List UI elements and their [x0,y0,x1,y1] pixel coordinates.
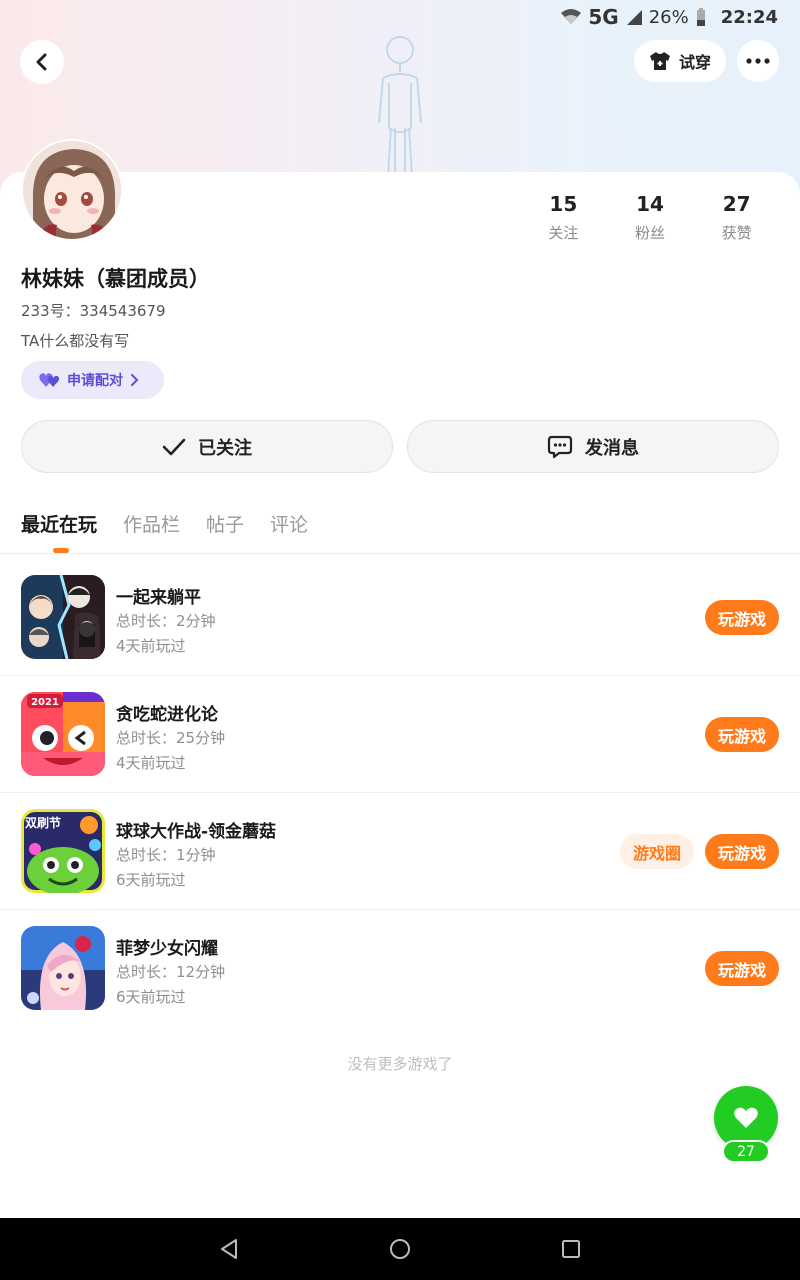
system-navigation-bar [0,1218,800,1280]
followed-label: 已关注 [198,437,252,459]
play-game-button[interactable]: 玩游戏 [705,834,779,869]
battery-percent: 26% [648,6,689,28]
battery-icon [696,8,705,26]
apply-match-button[interactable]: 申请配对 [21,361,164,399]
game-duration: 总时长：12分钟 [116,963,226,981]
back-button[interactable] [20,40,64,84]
followed-button[interactable]: 已关注 [21,420,393,473]
wifi-icon [561,9,582,24]
recent-games-list: 一起来躺平 总时长：2分钟 4天前玩过 玩游戏 2021 贪吃蛇进化论 总时长：… [0,559,800,1027]
clock: 22:24 [720,6,778,28]
try-on-label: 试穿 [678,53,711,72]
heart-icon [734,1107,758,1128]
game-name: 菲梦少女闪耀 [116,939,218,959]
stat-label: 关注 [548,224,579,242]
play-game-button[interactable]: 玩游戏 [705,951,779,986]
game-row[interactable]: 2021 贪吃蛇进化论 总时长：25分钟 4天前玩过 玩游戏 [0,676,800,793]
game-icon-image [21,926,105,1010]
tab-posts[interactable]: 帖子 [206,510,244,537]
game-last-played: 4天前玩过 [116,754,186,772]
user-bio: TA什么都没有写 [21,332,130,350]
play-game-button[interactable]: 玩游戏 [705,600,779,635]
no-more-games-text: 没有更多游戏了 [347,1055,453,1073]
game-row[interactable]: 一起来躺平 总时长：2分钟 4天前玩过 玩游戏 [0,559,800,676]
double-heart-icon [39,373,59,387]
user-id: 233号：334543679 [21,302,166,320]
like-count-badge: 27 [722,1140,770,1163]
game-duration: 总时长：1分钟 [116,846,216,864]
back-triangle-icon[interactable] [219,1238,239,1260]
profile-tabs: 最近在玩 作品栏 帖子 评论 [21,510,308,537]
status-bar: 5G 26% 22:24 [0,0,800,34]
play-game-button[interactable]: 玩游戏 [705,717,779,752]
game-circle-button[interactable]: 游戏圈 [620,834,694,869]
chat-bubble-icon [547,435,573,458]
game-name: 一起来躺平 [116,588,201,608]
checkmark-icon [162,438,186,455]
more-icon [746,58,770,64]
tab-works[interactable]: 作品栏 [123,510,180,537]
game-last-played: 4天前玩过 [116,637,186,655]
stat-label: 粉丝 [635,224,666,242]
anime-girl-avatar-image [23,141,121,239]
username: 林妹妹（慕团成员） [21,267,210,291]
shirt-icon [649,52,670,70]
svg-text:2021: 2021 [31,697,59,708]
more-options-button[interactable] [737,40,779,82]
svg-text:双刷节: 双刷节 [25,815,61,830]
chevron-left-icon [36,53,47,71]
signal-icon [626,10,642,25]
ball-game-icon[interactable]: 双刷节 [21,809,105,893]
network-type: 5G [588,5,619,29]
girl-game-icon[interactable] [21,926,105,1010]
send-message-label: 发消息 [585,437,639,459]
stat-value: 15 [549,192,578,216]
tab-comments[interactable]: 评论 [270,510,308,537]
horror-game-icon[interactable] [21,575,105,659]
try-on-button[interactable]: 试穿 [634,40,726,82]
avatar[interactable] [21,139,123,241]
game-icon-image: 2021 [21,692,105,776]
profile-stats: 15 关注 14 粉丝 27 获赞 [520,192,780,243]
game-duration: 总时长：2分钟 [116,612,216,630]
game-last-played: 6天前玩过 [116,871,186,889]
game-name: 贪吃蛇进化论 [116,705,218,725]
apply-match-label: 申请配对 [67,373,123,389]
game-icon-image [21,575,105,659]
game-row[interactable]: 双刷节 球球大作战-领金蘑菇 总时长：1分钟 6天前玩过 游戏圈 玩游戏 [0,793,800,910]
snake-game-icon[interactable]: 2021 [21,692,105,776]
game-name: 球球大作战-领金蘑菇 [116,822,277,842]
send-message-button[interactable]: 发消息 [407,420,779,473]
avatar-figure-illustration [378,36,422,177]
stat-label: 获赞 [721,224,752,242]
stat-likes[interactable]: 27 获赞 [693,192,780,243]
game-icon-image: 双刷节 [21,809,105,893]
tab-divider [0,553,800,554]
game-duration: 总时长：25分钟 [116,729,226,747]
stat-followers[interactable]: 14 粉丝 [607,192,694,243]
recents-square-icon[interactable] [561,1239,581,1259]
stat-value: 27 [722,192,751,216]
stat-following[interactable]: 15 关注 [520,192,607,243]
game-last-played: 6天前玩过 [116,988,186,1006]
home-circle-icon[interactable] [389,1238,411,1260]
tab-recently-played[interactable]: 最近在玩 [21,510,97,537]
game-row[interactable]: 菲梦少女闪耀 总时长：12分钟 6天前玩过 玩游戏 [0,910,800,1027]
chevron-right-icon [131,374,139,386]
stat-value: 14 [636,192,664,216]
